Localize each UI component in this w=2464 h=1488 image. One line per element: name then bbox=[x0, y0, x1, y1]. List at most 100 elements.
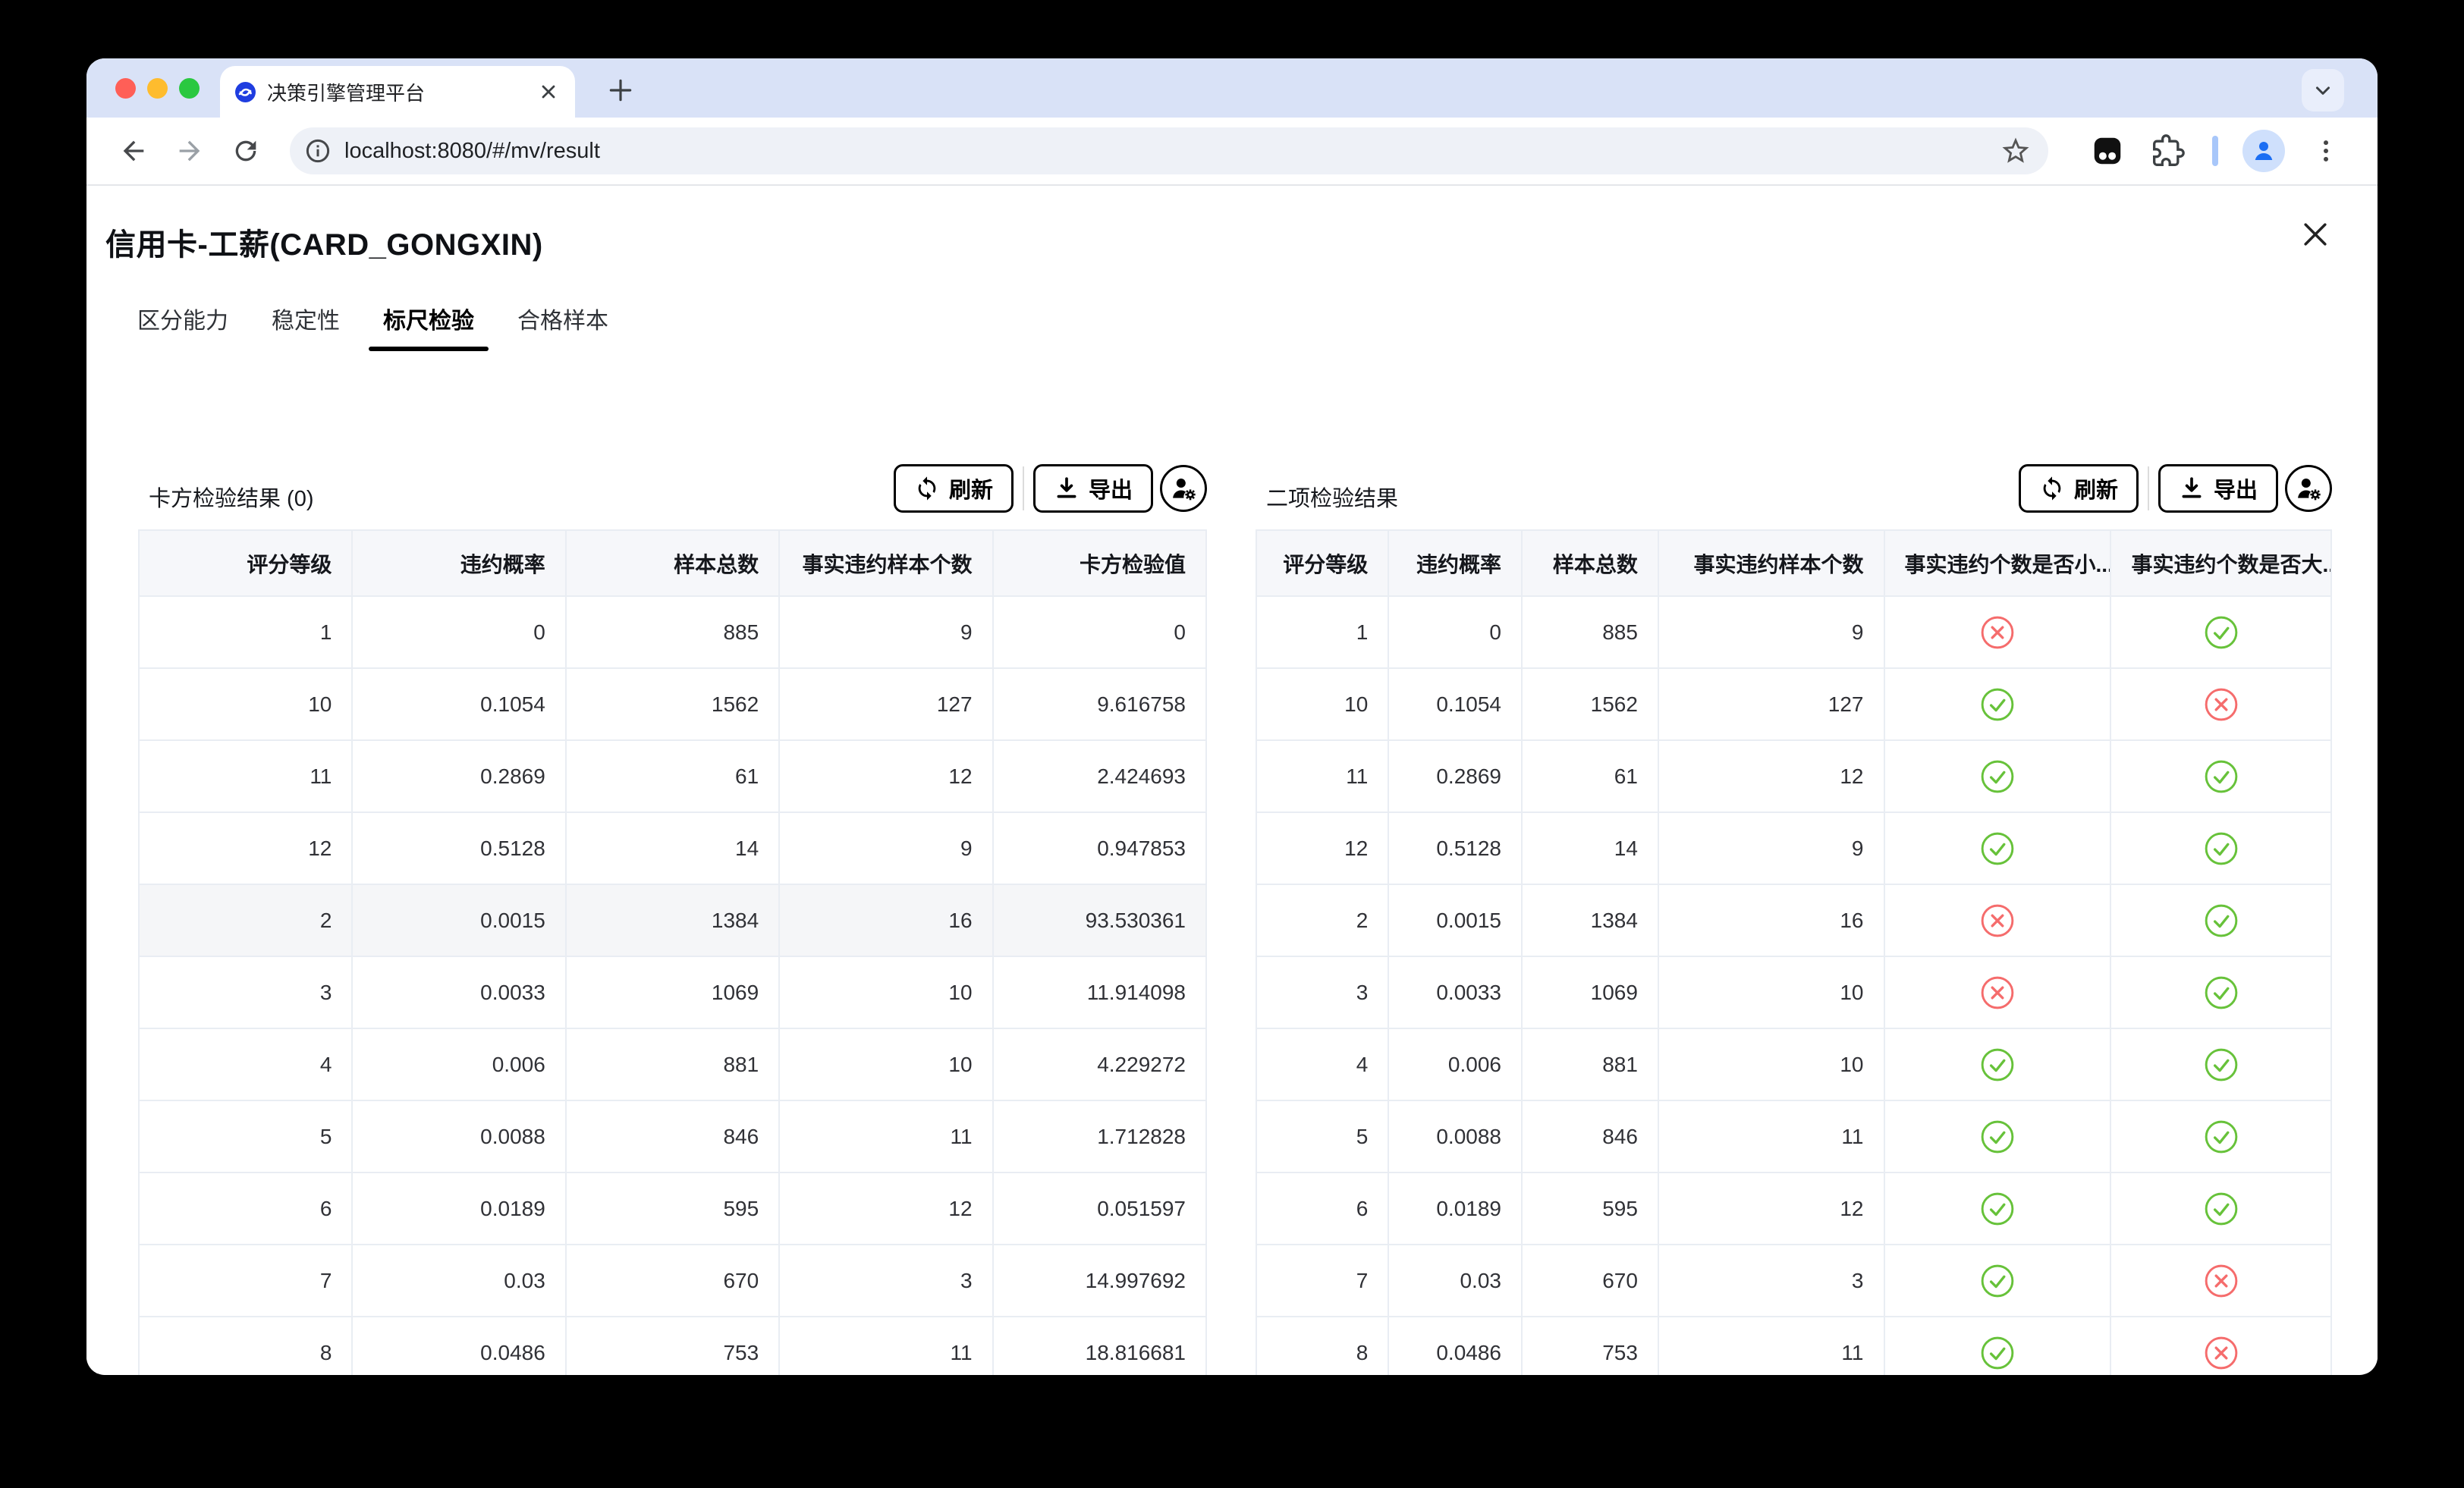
table-cell: 14.997692 bbox=[993, 1245, 1206, 1317]
tab-close-icon[interactable] bbox=[537, 80, 560, 103]
check-circle-icon bbox=[1980, 831, 2015, 866]
check-circle-icon bbox=[1980, 687, 2015, 722]
browser-tab[interactable]: 决策引擎管理平台 bbox=[220, 66, 575, 118]
table-cell: 12 bbox=[1658, 1173, 1884, 1245]
table-cell: 3 bbox=[1256, 956, 1388, 1028]
forward-button[interactable] bbox=[165, 127, 214, 175]
column-settings-button[interactable] bbox=[2285, 465, 2332, 512]
column-header: 违约概率 bbox=[1388, 530, 1522, 596]
url-text[interactable]: localhost:8080/#/mv/result bbox=[344, 139, 2000, 164]
table-cell: 10 bbox=[1256, 668, 1388, 740]
column-header: 违约概率 bbox=[352, 530, 565, 596]
table-cell bbox=[2110, 1245, 2331, 1317]
panel-header: 卡方检验结果 (0) 刷新 导出 bbox=[138, 463, 1207, 513]
export-button[interactable]: 导出 bbox=[1033, 464, 1153, 513]
person-gear-icon bbox=[2294, 474, 2323, 503]
table-cell: 9 bbox=[1658, 812, 1884, 884]
check-circle-icon bbox=[1980, 759, 2015, 794]
tab-qualified-sample[interactable]: 合格样本 bbox=[503, 285, 623, 351]
table-cell: 0.0486 bbox=[1388, 1317, 1522, 1375]
page-content: 信用卡-工薪(CARD_GONGXIN) 区分能力 稳定性 标尺检验 合格样本 … bbox=[86, 186, 2378, 1373]
table-cell: 1069 bbox=[566, 956, 779, 1028]
table-cell: 4 bbox=[139, 1028, 352, 1100]
extension-shortcut-button[interactable] bbox=[2088, 131, 2127, 171]
extensions-button[interactable] bbox=[2148, 131, 2188, 171]
tab-stability[interactable]: 稳定性 bbox=[257, 285, 354, 351]
table-cell bbox=[2110, 596, 2331, 668]
browser-window: 决策引擎管理平台 bbox=[86, 58, 2378, 1375]
table-cell: 0.051597 bbox=[993, 1173, 1206, 1245]
table-row: 100.10541562127 bbox=[1256, 668, 2331, 740]
side-panel-indicator-icon bbox=[2212, 136, 2218, 166]
close-window-button[interactable] bbox=[115, 78, 136, 99]
table-row: 40.00688110 bbox=[1256, 1028, 2331, 1100]
table-cell: 12 bbox=[1256, 812, 1388, 884]
tab-discrimination-ability[interactable]: 区分能力 bbox=[123, 285, 243, 351]
download-icon bbox=[2179, 476, 2205, 501]
refresh-label: 刷新 bbox=[949, 472, 993, 504]
data-table: 评分等级违约概率样本总数事实违约样本个数卡方检验值1088590100.1054… bbox=[138, 529, 1207, 1375]
reload-button[interactable] bbox=[222, 127, 270, 175]
site-info-icon[interactable] bbox=[303, 137, 332, 165]
table-cell: 595 bbox=[566, 1173, 779, 1245]
table-row: 50.008884611 bbox=[1256, 1100, 2331, 1173]
table-cell bbox=[2110, 668, 2331, 740]
table-cell bbox=[1884, 884, 2111, 956]
new-tab-button[interactable] bbox=[599, 69, 642, 111]
dialog-close-button[interactable] bbox=[2299, 218, 2332, 251]
table-cell: 0.006 bbox=[1388, 1028, 1522, 1100]
table-row: 60.0189595120.051597 bbox=[139, 1173, 1206, 1245]
check-circle-icon bbox=[1980, 1047, 2015, 1082]
x-circle-icon bbox=[1980, 615, 2015, 650]
table-cell bbox=[2110, 812, 2331, 884]
refresh-button[interactable]: 刷新 bbox=[894, 464, 1014, 513]
table-cell: 0.947853 bbox=[993, 812, 1206, 884]
check-circle-icon bbox=[2204, 975, 2239, 1010]
refresh-sync-icon bbox=[914, 476, 940, 501]
panel-title: 卡方检验结果 (0) bbox=[138, 481, 314, 513]
column-header: 评分等级 bbox=[1256, 530, 1388, 596]
check-circle-icon bbox=[2204, 903, 2239, 938]
panel-actions: 刷新 导出 bbox=[2019, 464, 2332, 513]
zoom-window-button[interactable] bbox=[179, 78, 200, 99]
table-cell: 0.03 bbox=[1388, 1245, 1522, 1317]
table-cell: 9.616758 bbox=[993, 668, 1206, 740]
address-bar[interactable]: localhost:8080/#/mv/result bbox=[290, 127, 2048, 174]
table-cell: 7 bbox=[1256, 1245, 1388, 1317]
forward-arrow-icon bbox=[174, 136, 205, 166]
table-cell: 14 bbox=[1522, 812, 1658, 884]
refresh-button[interactable]: 刷新 bbox=[2019, 464, 2139, 513]
table-row: 80.048675311 bbox=[1256, 1317, 2331, 1375]
table-row: 60.018959512 bbox=[1256, 1173, 2331, 1245]
table-cell: 885 bbox=[566, 596, 779, 668]
x-circle-icon bbox=[2204, 1264, 2239, 1298]
bookmark-star-icon[interactable] bbox=[2000, 135, 2032, 167]
profile-avatar[interactable] bbox=[2242, 130, 2285, 172]
table-cell: 10 bbox=[779, 956, 992, 1028]
chi-square-table: 评分等级违约概率样本总数事实违约样本个数卡方检验值1088590100.1054… bbox=[138, 529, 1207, 1375]
active-tab-underline bbox=[369, 347, 489, 351]
tab-scale-test[interactable]: 标尺检验 bbox=[369, 285, 489, 351]
person-icon bbox=[2250, 137, 2277, 165]
puzzle-icon bbox=[2151, 134, 2185, 168]
column-settings-button[interactable] bbox=[1160, 465, 1207, 512]
table-cell: 0 bbox=[1388, 596, 1522, 668]
extension-app-icon bbox=[2090, 133, 2125, 168]
table-cell: 1 bbox=[139, 596, 352, 668]
table-cell: 6 bbox=[1256, 1173, 1388, 1245]
table-cell: 0.5128 bbox=[352, 812, 565, 884]
site-favicon bbox=[235, 82, 256, 102]
back-button[interactable] bbox=[109, 127, 158, 175]
table-cell: 0.0033 bbox=[352, 956, 565, 1028]
table-cell bbox=[1884, 1173, 2111, 1245]
export-button[interactable]: 导出 bbox=[2158, 464, 2278, 513]
table-cell: 753 bbox=[566, 1317, 779, 1375]
minimize-window-button[interactable] bbox=[147, 78, 168, 99]
table-cell: 8 bbox=[139, 1317, 352, 1375]
browser-menu-button[interactable] bbox=[2306, 131, 2346, 171]
table-cell: 10 bbox=[1658, 956, 1884, 1028]
tab-search-button[interactable] bbox=[2302, 69, 2344, 111]
table-cell: 1384 bbox=[1522, 884, 1658, 956]
table-cell: 127 bbox=[1658, 668, 1884, 740]
table-cell: 5 bbox=[1256, 1100, 1388, 1173]
